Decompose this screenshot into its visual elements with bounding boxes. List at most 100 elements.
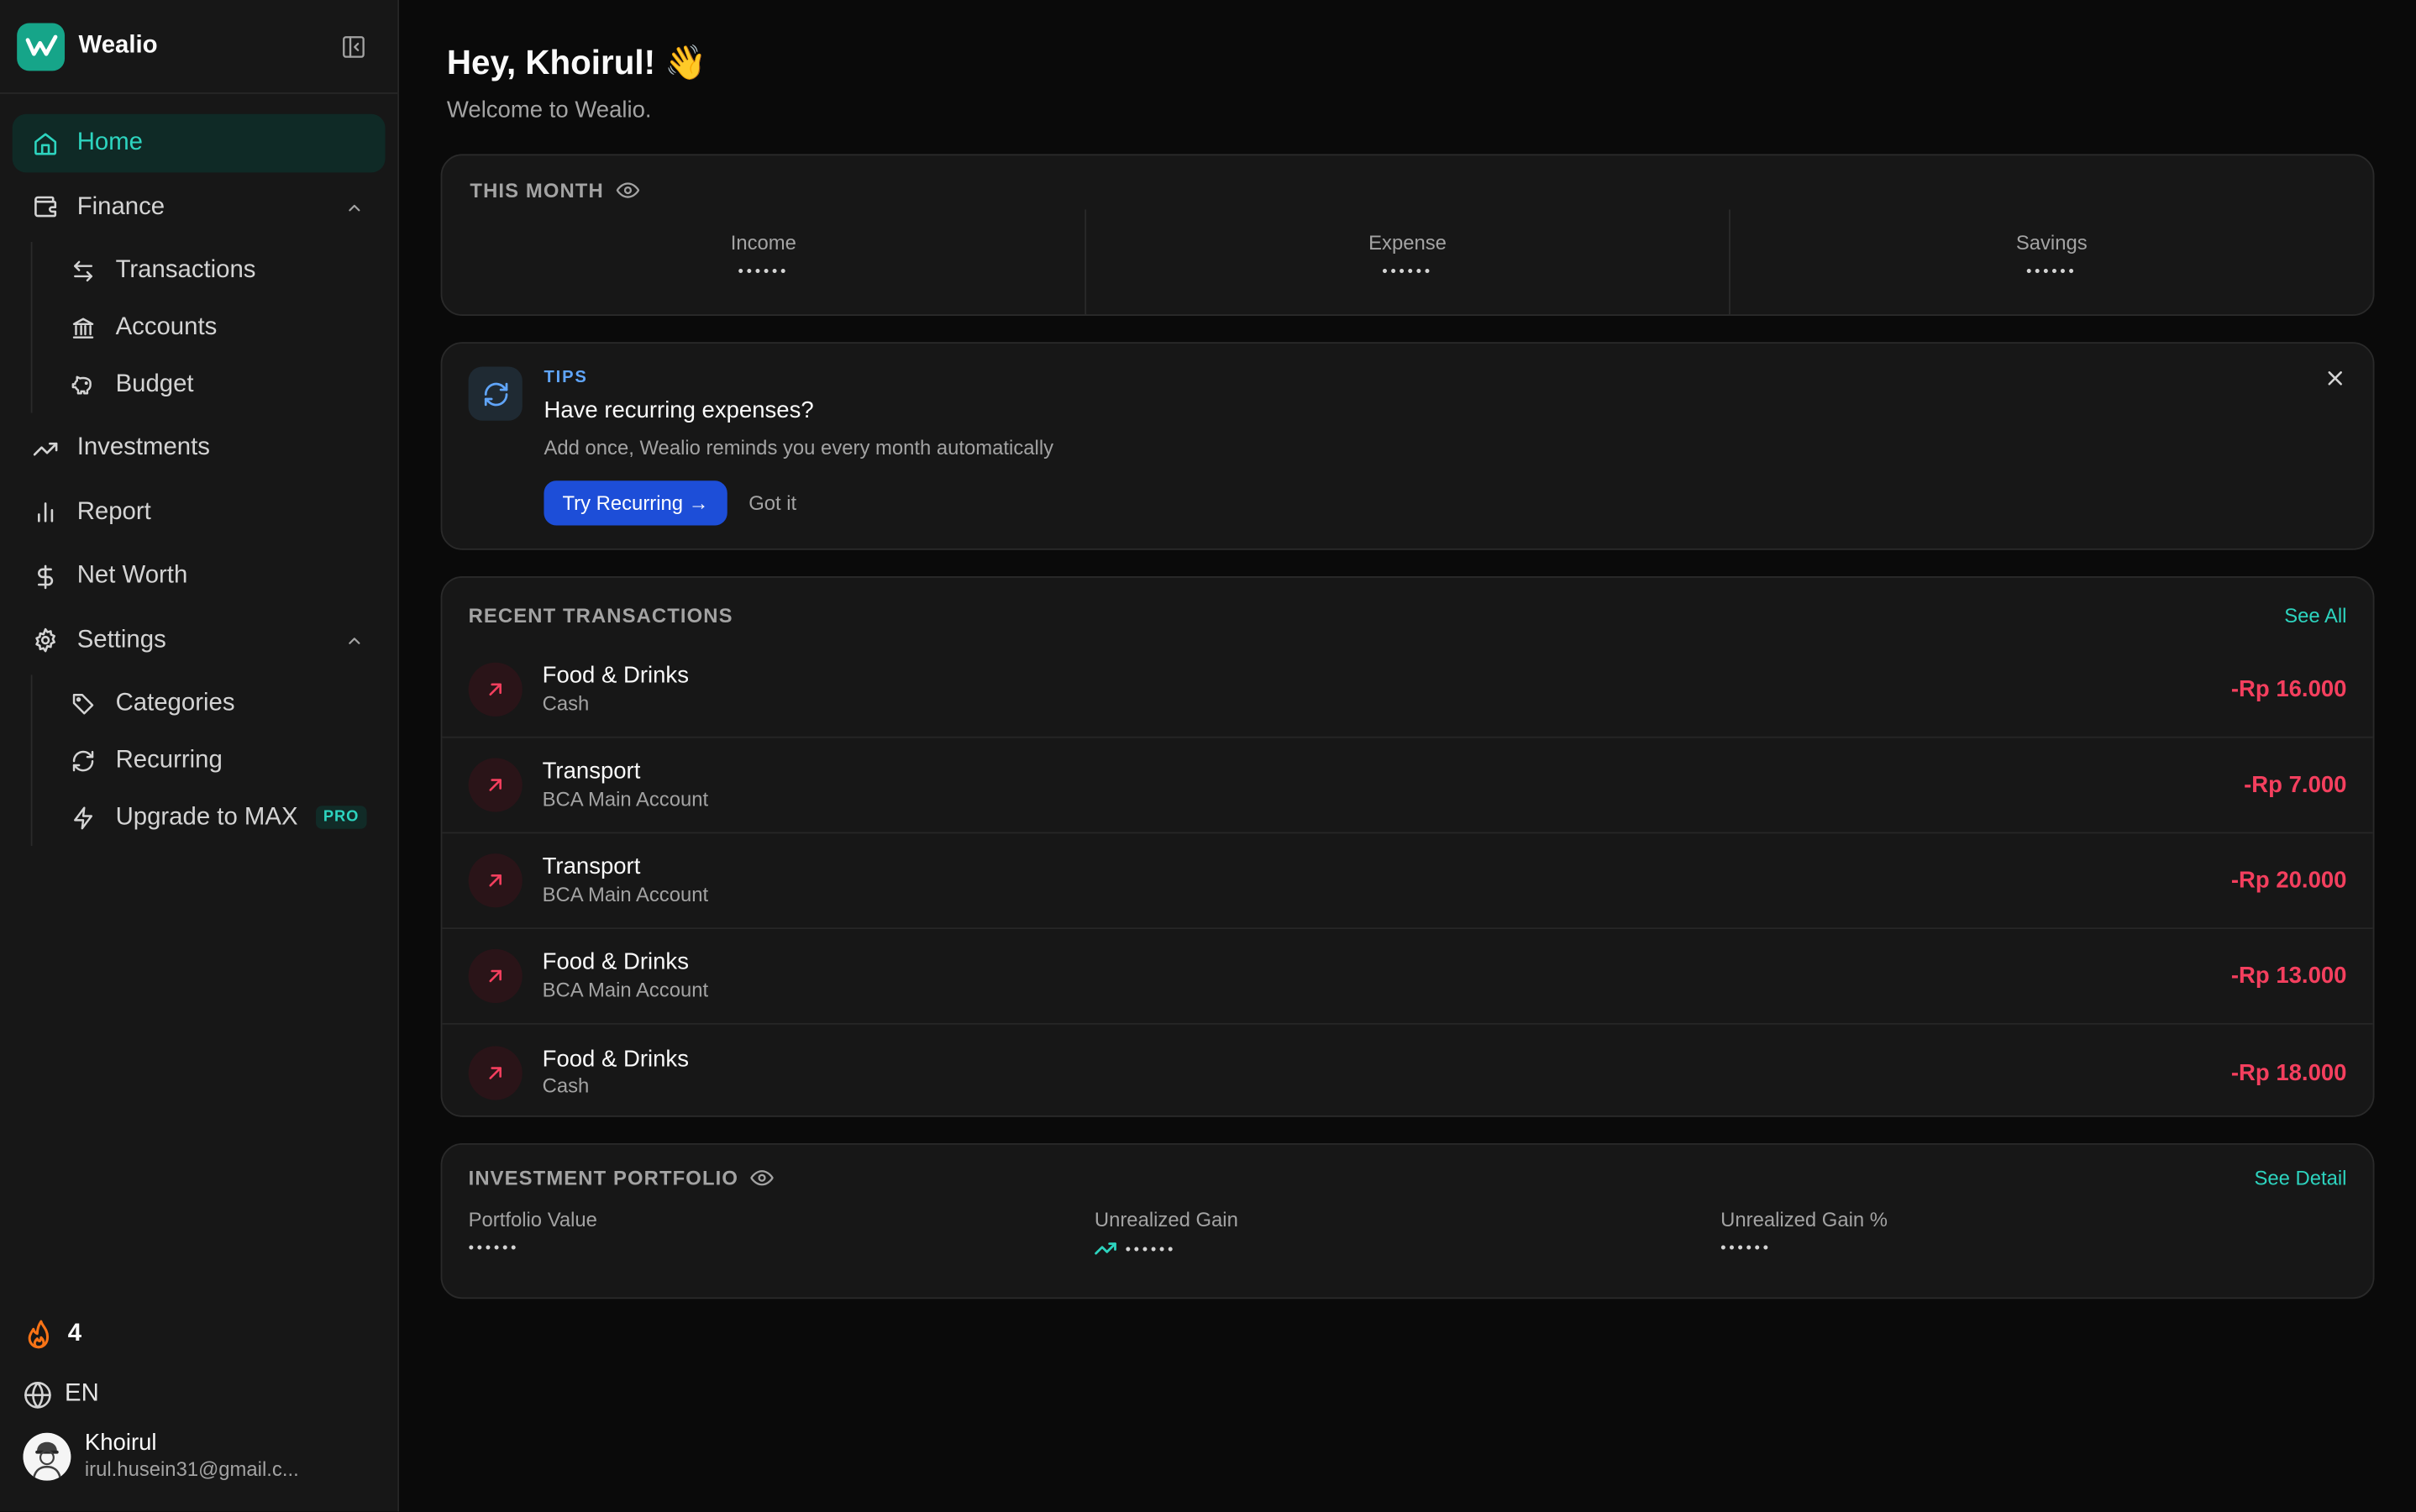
card-title: THIS MONTH bbox=[470, 178, 604, 202]
sidebar-item-label: Net Worth bbox=[76, 562, 188, 589]
tips-description: Add once, Wealio reminds you every month… bbox=[544, 436, 1054, 459]
summary-label: Income bbox=[730, 231, 796, 255]
unrealized-gain-percent: Unrealized Gain % •••••• bbox=[1720, 1208, 2346, 1259]
refresh-icon bbox=[70, 747, 97, 774]
transaction-category: Food & Drinks bbox=[542, 948, 689, 976]
finance-submenu: Transactions Accounts Budget bbox=[30, 241, 386, 413]
page-title: Hey, Khoirul! 👋 bbox=[446, 43, 707, 82]
table-row[interactable]: Transport BCA Main Account -Rp 7.000 bbox=[442, 738, 2373, 834]
transaction-category: Transport bbox=[542, 758, 641, 785]
chevron-up-icon[interactable] bbox=[345, 631, 364, 649]
table-row[interactable]: Food & Drinks Cash -Rp 16.000 bbox=[442, 643, 2373, 738]
transaction-account: BCA Main Account bbox=[542, 882, 709, 906]
sidebar-item-accounts[interactable]: Accounts bbox=[51, 299, 386, 356]
hidden-value: •••••• bbox=[738, 263, 790, 281]
sidebar-collapse-icon[interactable] bbox=[340, 33, 366, 59]
sidebar-footer: 4 EN Khoirul irul.husein31@gmail.c... bbox=[0, 1312, 397, 1512]
bolt-icon bbox=[70, 804, 97, 832]
sidebar-item-report[interactable]: Report bbox=[13, 483, 386, 542]
transaction-account: BCA Main Account bbox=[542, 786, 709, 811]
transaction-amount: -Rp 16.000 bbox=[2230, 676, 2347, 703]
summary-label: Unrealized Gain % bbox=[1720, 1208, 1888, 1231]
got-it-button[interactable]: Got it bbox=[748, 491, 796, 515]
transaction-list: Food & Drinks Cash -Rp 16.000 Transport … bbox=[442, 643, 2373, 1121]
arrows-swap-icon bbox=[70, 256, 97, 284]
try-recurring-button[interactable]: Try Recurring → bbox=[544, 480, 727, 526]
summary-label: Expense bbox=[1368, 231, 1447, 255]
transaction-amount: -Rp 18.000 bbox=[2230, 1059, 2347, 1086]
bar-chart-icon bbox=[31, 498, 59, 526]
see-all-link[interactable]: See All bbox=[2284, 603, 2346, 627]
sidebar-item-upgrade[interactable]: Upgrade to MAX PRO bbox=[51, 789, 386, 846]
piggy-bank-icon bbox=[70, 370, 97, 398]
wealio-logo-icon[interactable] bbox=[17, 22, 66, 71]
table-row[interactable]: Food & Drinks BCA Main Account -Rp 13.00… bbox=[442, 929, 2373, 1025]
sidebar-item-label: Accounts bbox=[115, 313, 218, 340]
hidden-value: •••••• bbox=[1382, 263, 1433, 281]
see-detail-link[interactable]: See Detail bbox=[2254, 1166, 2346, 1189]
user-email: irul.husein31@gmail.c... bbox=[84, 1457, 299, 1482]
app-name: Wealio bbox=[78, 32, 158, 59]
hidden-value: •••••• bbox=[1720, 1240, 1772, 1257]
savings-summary: Savings •••••• bbox=[1731, 209, 2373, 314]
sidebar-item-transactions[interactable]: Transactions bbox=[51, 242, 386, 299]
gear-icon bbox=[31, 627, 59, 654]
table-row[interactable]: Food & Drinks Cash -Rp 18.000 bbox=[442, 1025, 2372, 1121]
settings-submenu: Categories Recurring Upgrade to MAX PRO bbox=[30, 675, 386, 846]
sidebar-item-home[interactable]: Home bbox=[12, 113, 386, 173]
sidebar-item-settings[interactable]: Settings bbox=[13, 611, 386, 669]
main-content: Hey, Khoirul! 👋 Welcome to Wealio. THIS … bbox=[399, 0, 2416, 1511]
transaction-account: Cash bbox=[542, 691, 590, 715]
avatar bbox=[23, 1432, 71, 1481]
home-icon bbox=[31, 129, 59, 157]
sidebar-item-label: Transactions bbox=[115, 256, 256, 283]
sidebar-nav: Home Finance Transactions Accounts Budge… bbox=[0, 94, 397, 846]
eye-icon[interactable] bbox=[750, 1166, 775, 1189]
language-switcher[interactable]: EN bbox=[24, 1372, 376, 1418]
user-profile[interactable]: Khoirul irul.husein31@gmail.c... bbox=[23, 1430, 376, 1483]
hidden-value: •••••• bbox=[468, 1240, 520, 1257]
arrow-up-right-icon bbox=[468, 948, 523, 1004]
sidebar-item-finance[interactable]: Finance bbox=[13, 178, 386, 237]
sidebar-item-label: Settings bbox=[76, 626, 166, 653]
sidebar-item-budget[interactable]: Budget bbox=[51, 356, 386, 413]
bank-icon bbox=[70, 313, 97, 341]
refresh-icon bbox=[468, 366, 523, 421]
transaction-account: BCA Main Account bbox=[542, 978, 709, 1001]
arrow-up-right-icon bbox=[468, 853, 523, 908]
sidebar-item-label: Home bbox=[76, 129, 144, 156]
brand-header: Wealio bbox=[0, 0, 398, 94]
sidebar: Wealio Home Finance Transactions Account… bbox=[0, 0, 400, 1512]
chevron-up-icon[interactable] bbox=[345, 198, 364, 217]
wallet-icon bbox=[31, 193, 59, 221]
income-summary: Income •••••• bbox=[442, 209, 1087, 315]
user-name: Khoirul bbox=[84, 1430, 157, 1457]
transaction-amount: -Rp 20.000 bbox=[2230, 867, 2347, 894]
tips-title: Have recurring expenses? bbox=[544, 397, 814, 424]
summary-label: Savings bbox=[2015, 231, 2088, 255]
transaction-amount: -Rp 7.000 bbox=[2244, 771, 2347, 799]
sidebar-item-label: Finance bbox=[76, 193, 165, 220]
tips-card: TIPS Have recurring expenses? Add once, … bbox=[440, 342, 2375, 550]
expense-summary: Expense •••••• bbox=[1086, 209, 1731, 315]
card-title: INVESTMENT PORTFOLIO bbox=[468, 1166, 739, 1190]
sidebar-item-investments[interactable]: Investments bbox=[13, 419, 386, 478]
sidebar-item-recurring[interactable]: Recurring bbox=[51, 732, 386, 789]
transaction-category: Food & Drinks bbox=[542, 1045, 689, 1072]
streak-count: 4 bbox=[67, 1320, 82, 1347]
transaction-category: Food & Drinks bbox=[542, 662, 689, 689]
arrow-up-right-icon bbox=[468, 758, 523, 812]
trending-up-icon bbox=[1095, 1241, 1118, 1259]
table-row[interactable]: Transport BCA Main Account -Rp 20.000 bbox=[442, 833, 2373, 930]
sidebar-item-categories[interactable]: Categories bbox=[51, 675, 386, 732]
sidebar-item-label: Investments bbox=[76, 434, 210, 461]
recent-transactions-card: RECENT TRANSACTIONS See All Food & Drink… bbox=[440, 575, 2375, 1117]
arrow-up-right-icon bbox=[468, 662, 523, 717]
streak-counter[interactable]: 4 bbox=[24, 1312, 376, 1358]
sidebar-item-net-worth[interactable]: Net Worth bbox=[13, 547, 386, 606]
investment-portfolio-card: INVESTMENT PORTFOLIO See Detail Portfoli… bbox=[440, 1142, 2375, 1299]
close-icon[interactable] bbox=[2325, 368, 2345, 388]
language-label: EN bbox=[65, 1381, 99, 1408]
eye-icon[interactable] bbox=[616, 179, 639, 202]
sidebar-item-label: Upgrade to MAX bbox=[115, 803, 298, 830]
